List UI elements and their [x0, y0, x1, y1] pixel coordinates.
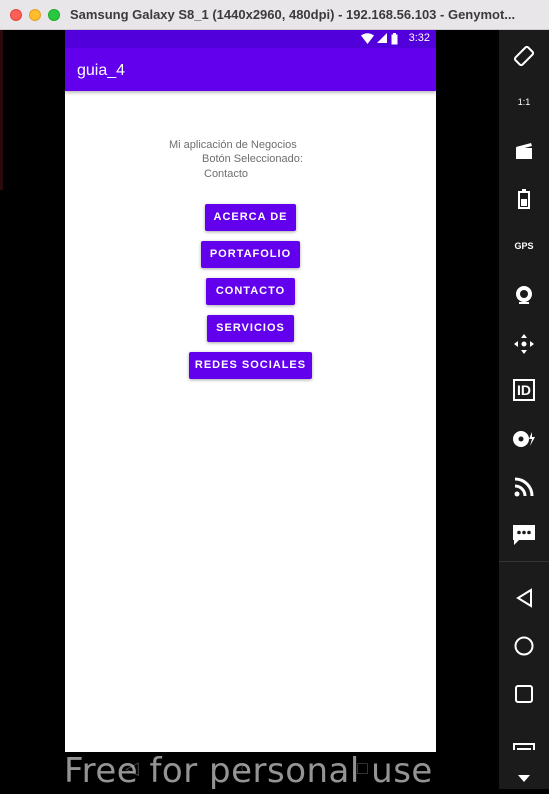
contacto-button[interactable]: CONTACTO — [206, 278, 295, 305]
app-bar: guia_4 — [65, 48, 436, 91]
device-id-label: ID — [513, 379, 535, 401]
sms-icon[interactable] — [499, 517, 549, 551]
acerca-de-button[interactable]: ACERCA DE — [205, 204, 296, 231]
back-icon[interactable] — [499, 580, 549, 614]
selected-button-value: Contacto — [204, 168, 249, 180]
battery-status-icon — [391, 33, 398, 48]
window-title: Samsung Galaxy S8_1 (1440x2960, 480dpi) … — [70, 7, 516, 22]
pixel-perfect-label: 1:1 — [517, 97, 531, 107]
gps-label: GPS — [514, 241, 534, 251]
pixel-perfect-icon[interactable]: 1:1 — [499, 85, 549, 119]
rotate-icon[interactable] — [499, 38, 549, 72]
zoom-window-button[interactable] — [48, 9, 60, 21]
app-title: guia_4 — [77, 62, 126, 79]
watermark-text: Free for personal use — [64, 751, 433, 791]
home-icon[interactable] — [499, 628, 549, 662]
status-bar: 3:32 — [65, 30, 436, 48]
status-time: 3:32 — [408, 32, 430, 44]
dpad-icon[interactable] — [499, 326, 549, 360]
redes-sociales-button[interactable]: REDES SOCIALES — [189, 352, 312, 379]
screencast-icon[interactable] — [499, 133, 549, 167]
scroll-down-icon[interactable] — [499, 760, 549, 789]
disk-io-icon[interactable] — [499, 421, 549, 455]
phone-screen: 3:32 guia_4 Mi aplicación de Negocios Bo… — [65, 30, 436, 752]
battery-icon[interactable] — [499, 181, 549, 215]
app-name-text: Mi aplicación de Negocios — [169, 139, 297, 151]
selected-button-label: Botón Seleccionado: — [202, 153, 303, 165]
device-id-icon[interactable]: ID — [499, 373, 549, 407]
recent-apps-icon[interactable] — [499, 676, 549, 710]
frame-gap — [436, 30, 499, 789]
menu-icon[interactable] — [499, 728, 549, 750]
network-icon[interactable] — [499, 469, 549, 503]
portafolio-button[interactable]: PORTAFOLIO — [201, 241, 300, 268]
minimize-window-button[interactable] — [29, 9, 41, 21]
webcam-icon[interactable] — [499, 277, 549, 311]
wifi-icon — [361, 33, 374, 47]
bezel-stripe — [0, 30, 3, 190]
gps-icon[interactable]: GPS — [499, 229, 549, 263]
close-window-button[interactable] — [10, 9, 22, 21]
left-bezel — [0, 30, 65, 789]
toolbar-divider — [499, 561, 549, 562]
window-titlebar: Samsung Galaxy S8_1 (1440x2960, 480dpi) … — [0, 0, 549, 30]
servicios-button[interactable]: SERVICIOS — [207, 315, 294, 342]
emulator-toolbar: 1:1 GPS ID — [499, 30, 549, 789]
signal-icon — [377, 33, 387, 46]
